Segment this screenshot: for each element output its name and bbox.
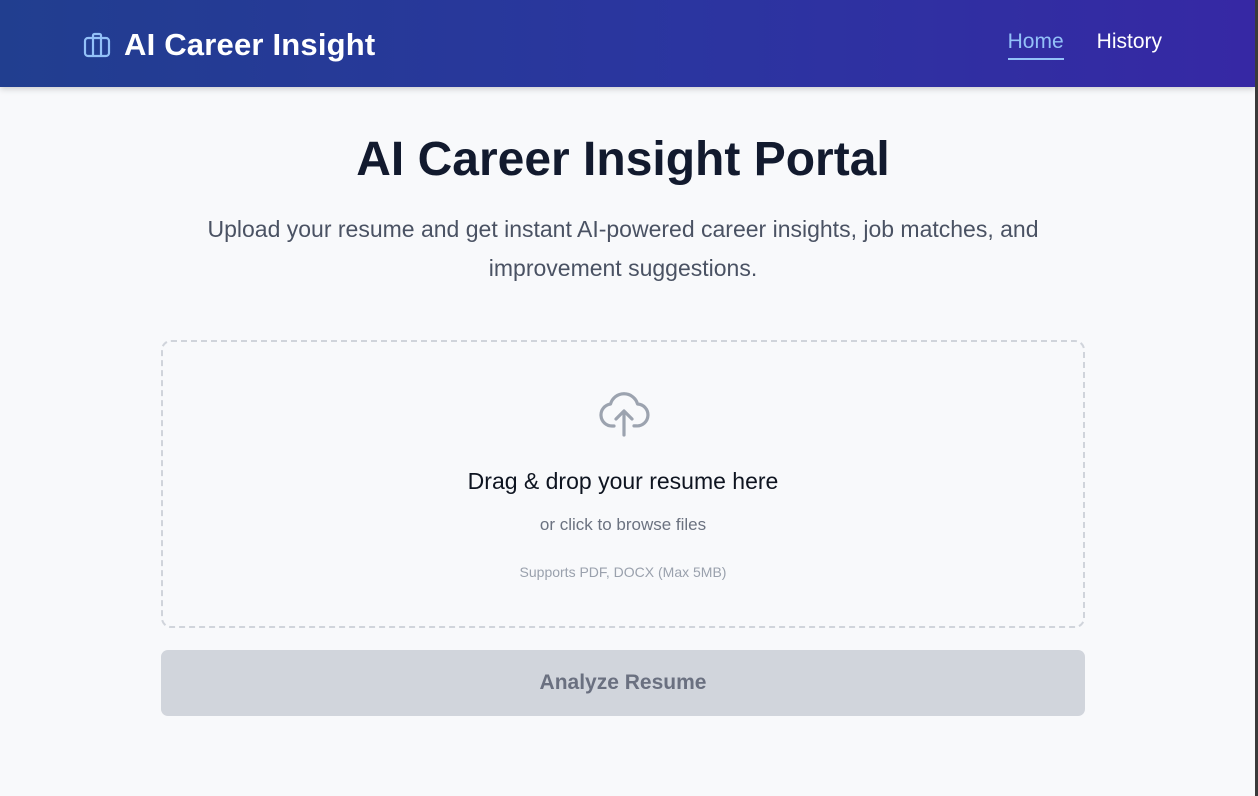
briefcase-icon bbox=[83, 32, 111, 58]
cloud-upload-icon bbox=[599, 392, 650, 437]
dropzone-title: Drag & drop your resume here bbox=[467, 468, 779, 494]
brand[interactable]: AI Career Insight bbox=[82, 26, 375, 64]
page: AI Career Insight Home History AI Career… bbox=[0, 0, 1258, 796]
page-title: AI Career Insight Portal bbox=[356, 133, 890, 186]
analyze-resume-button[interactable]: Analyze Resume bbox=[161, 650, 1085, 716]
nav-link-home[interactable]: Home bbox=[1007, 30, 1064, 60]
nav-link-history[interactable]: History bbox=[1097, 30, 1162, 60]
resume-dropzone[interactable]: Drag & drop your resume here or click to… bbox=[161, 340, 1085, 628]
brand-title: AI Career Insight bbox=[124, 27, 376, 62]
page-subtitle: Upload your resume and get instant AI-po… bbox=[207, 216, 1039, 281]
main-nav: Home History bbox=[1007, 30, 1162, 60]
dropzone-file-hint: Supports PDF, DOCX (Max 5MB) bbox=[519, 564, 727, 580]
top-navbar: AI Career Insight Home History bbox=[0, 0, 1255, 87]
dropzone-browse-text: or click to browse files bbox=[539, 515, 707, 534]
